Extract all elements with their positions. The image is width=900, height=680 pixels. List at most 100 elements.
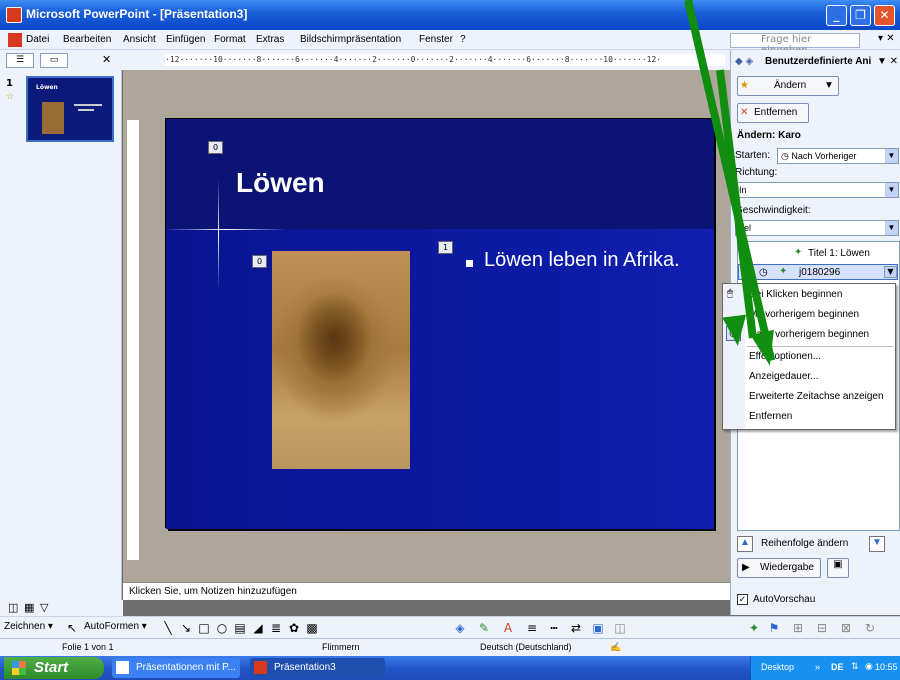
menu-bildschirmpraesentation[interactable]: Bildschirmpräsentation [300, 34, 401, 45]
slideshow-button[interactable]: ▣ [827, 558, 849, 578]
document-icon[interactable] [8, 33, 22, 47]
autopreview-checkbox[interactable]: ✓ [737, 594, 748, 605]
dash-style-icon[interactable]: ┅ [546, 620, 562, 636]
menu-item-on-click[interactable]: Bei Klicken beginnen [749, 289, 842, 300]
menu-item-advanced-timeline[interactable]: Erweiterte Zeitachse anzeigen [749, 391, 884, 402]
animation-toolbar-icon[interactable]: ✦ [746, 620, 762, 636]
slide-canvas[interactable]: 0 Löwen 0 1 Löwen leben in Afrika. [165, 118, 714, 529]
toolbar-grid-icon[interactable]: ⊞ [790, 620, 806, 636]
menu-format[interactable]: Format [214, 34, 246, 45]
draw-menu[interactable]: Zeichnen ▾ [4, 621, 53, 632]
tab-slides[interactable]: ▭ [40, 53, 68, 68]
taskpane-menu-icon[interactable]: ▼ ✕ [877, 56, 898, 67]
play-button[interactable]: ▶ Wiedergabe [737, 558, 821, 578]
menu-item-remove[interactable]: Entfernen [749, 411, 792, 422]
sorter-view-icon[interactable]: ▦ [24, 601, 34, 614]
menu-datei[interactable]: Datei [26, 34, 49, 45]
rectangle-icon[interactable]: □ [196, 620, 212, 636]
status-language: Deutsch (Deutschland) [480, 642, 572, 652]
taskpane-nav-icon[interactable]: ◆ ◈ [735, 56, 753, 67]
start-select[interactable]: ◷ Nach Vorheriger ▼ [777, 148, 899, 164]
close-button[interactable]: ✕ [874, 5, 895, 26]
thumb-text-line [74, 104, 102, 106]
spellcheck-icon: ✍ [610, 642, 622, 652]
list-item[interactable]: 0 ✦ Titel 1: Löwen [738, 246, 898, 262]
menu-einfuegen[interactable]: Einfügen [166, 34, 205, 45]
tray-volume-icon[interactable]: ◉ [865, 661, 873, 672]
select-pointer-icon[interactable]: ↖ [64, 620, 80, 636]
menu-item-timing[interactable]: Anzeigedauer... [749, 371, 819, 382]
tab-outline[interactable]: ☰ [6, 53, 34, 68]
sparkle-horizontal [166, 229, 286, 230]
menu-bearbeiten[interactable]: Bearbeiten [63, 34, 111, 45]
list-item[interactable]: ◷ ✦ j0180296 ▼ [738, 264, 898, 280]
notes-pane[interactable]: Klicken Sie, um Notizen hinzuzufügen [123, 582, 730, 600]
slideshow-view-icon[interactable]: ▽ [40, 601, 48, 614]
fill-color-icon[interactable]: ◈ [452, 620, 468, 636]
normal-view-icon[interactable]: ◫ [8, 601, 18, 614]
system-tray: Desktop » DE ⇅ ◉ 10:55 [750, 656, 900, 680]
change-target-label: Ändern: Karo [737, 130, 801, 141]
arrow-icon[interactable]: ↘ [178, 620, 194, 636]
menu-fenster[interactable]: Fenster [419, 34, 453, 45]
arrow-style-icon[interactable]: ⇄ [568, 620, 584, 636]
direction-select[interactable]: In ▼ [735, 182, 899, 198]
bullet-text[interactable]: Löwen leben in Afrika. [484, 249, 704, 271]
clock-icon: ◷ [781, 151, 792, 161]
tray-language[interactable]: DE [831, 662, 844, 672]
animation-tag[interactable]: 1 [438, 241, 453, 254]
toolbar-rotate-icon[interactable]: ↻ [862, 620, 878, 636]
move-down-icon[interactable]: ▼ [869, 536, 885, 552]
shadow-icon[interactable]: ▣ [590, 620, 606, 636]
task-powerpoint[interactable]: Präsentation3 [250, 658, 385, 678]
status-slide-count: Folie 1 von 1 [62, 642, 114, 652]
menu-help[interactable]: ? [460, 34, 466, 45]
3d-icon[interactable]: ◫ [612, 620, 628, 636]
clipart-icon[interactable]: ✿ [286, 620, 302, 636]
toolbar-distribute-icon[interactable]: ⊠ [838, 620, 854, 636]
line-color-icon[interactable]: ✎ [476, 620, 492, 636]
diagram-icon[interactable]: ≣ [268, 620, 284, 636]
chevron-down-icon: ▼ [824, 80, 834, 91]
chevron-down-icon[interactable]: ▼ [884, 266, 897, 278]
minimize-button[interactable]: _ [826, 5, 847, 26]
speed-select[interactable]: ttel ▼ [735, 220, 899, 236]
mouse-icon: 🖱 [727, 288, 733, 299]
chevron-right-icon[interactable]: » [815, 662, 820, 672]
help-search-input[interactable]: Frage hier eingeben [730, 33, 860, 56]
animation-tag[interactable]: 0 [252, 255, 267, 268]
help-dropdown-icon[interactable]: ▾ ✕ [878, 33, 895, 44]
lion-picture[interactable] [272, 251, 410, 469]
oval-icon[interactable]: ○ [214, 620, 230, 636]
slide-title[interactable]: Löwen [236, 167, 325, 199]
effect-star-icon: ★ [740, 80, 749, 91]
tray-network-icon[interactable]: ⇅ [851, 661, 859, 672]
slide-editing-area: 0 Löwen 0 1 Löwen leben in Afrika. [123, 70, 730, 582]
title-bar: Microsoft PowerPoint - [Präsentation3] _… [0, 0, 900, 30]
toolbar-align-icon[interactable]: ⊟ [814, 620, 830, 636]
move-up-icon[interactable]: ▲ [737, 536, 753, 552]
start-button[interactable]: Start [4, 657, 104, 679]
textbox-icon[interactable]: ▤ [232, 620, 248, 636]
maximize-button[interactable]: ❐ [850, 5, 871, 26]
clock-icon: ◷ [759, 267, 768, 278]
close-pane-icon[interactable]: ✕ [102, 53, 111, 66]
font-color-icon[interactable]: A [500, 620, 516, 636]
direction-value: In [739, 185, 747, 195]
line-style-icon[interactable]: ≡ [524, 620, 540, 636]
remove-effect-button[interactable]: ✕ Entfernen [737, 103, 809, 123]
menu-extras[interactable]: Extras [256, 34, 284, 45]
toolbar-flag-icon[interactable]: ⚑ [766, 620, 782, 636]
tray-desktop[interactable]: Desktop [761, 662, 794, 672]
task-presentations-browser[interactable]: Präsentationen mit P... [112, 658, 240, 678]
effect-icon: ✦ [794, 247, 803, 258]
line-icon[interactable]: ╲ [160, 620, 176, 636]
change-effect-button[interactable]: ★ Ändern ▼ [737, 76, 839, 96]
animation-tag[interactable]: 0 [208, 141, 223, 154]
wordart-icon[interactable]: ◢ [250, 620, 266, 636]
autoshapes-menu[interactable]: AutoFormen ▾ [84, 621, 147, 632]
picture-icon[interactable]: ▩ [304, 620, 320, 636]
slide-thumbnail[interactable]: Löwen [26, 76, 114, 142]
status-design: Flimmern [322, 642, 360, 652]
menu-ansicht[interactable]: Ansicht [123, 34, 156, 45]
